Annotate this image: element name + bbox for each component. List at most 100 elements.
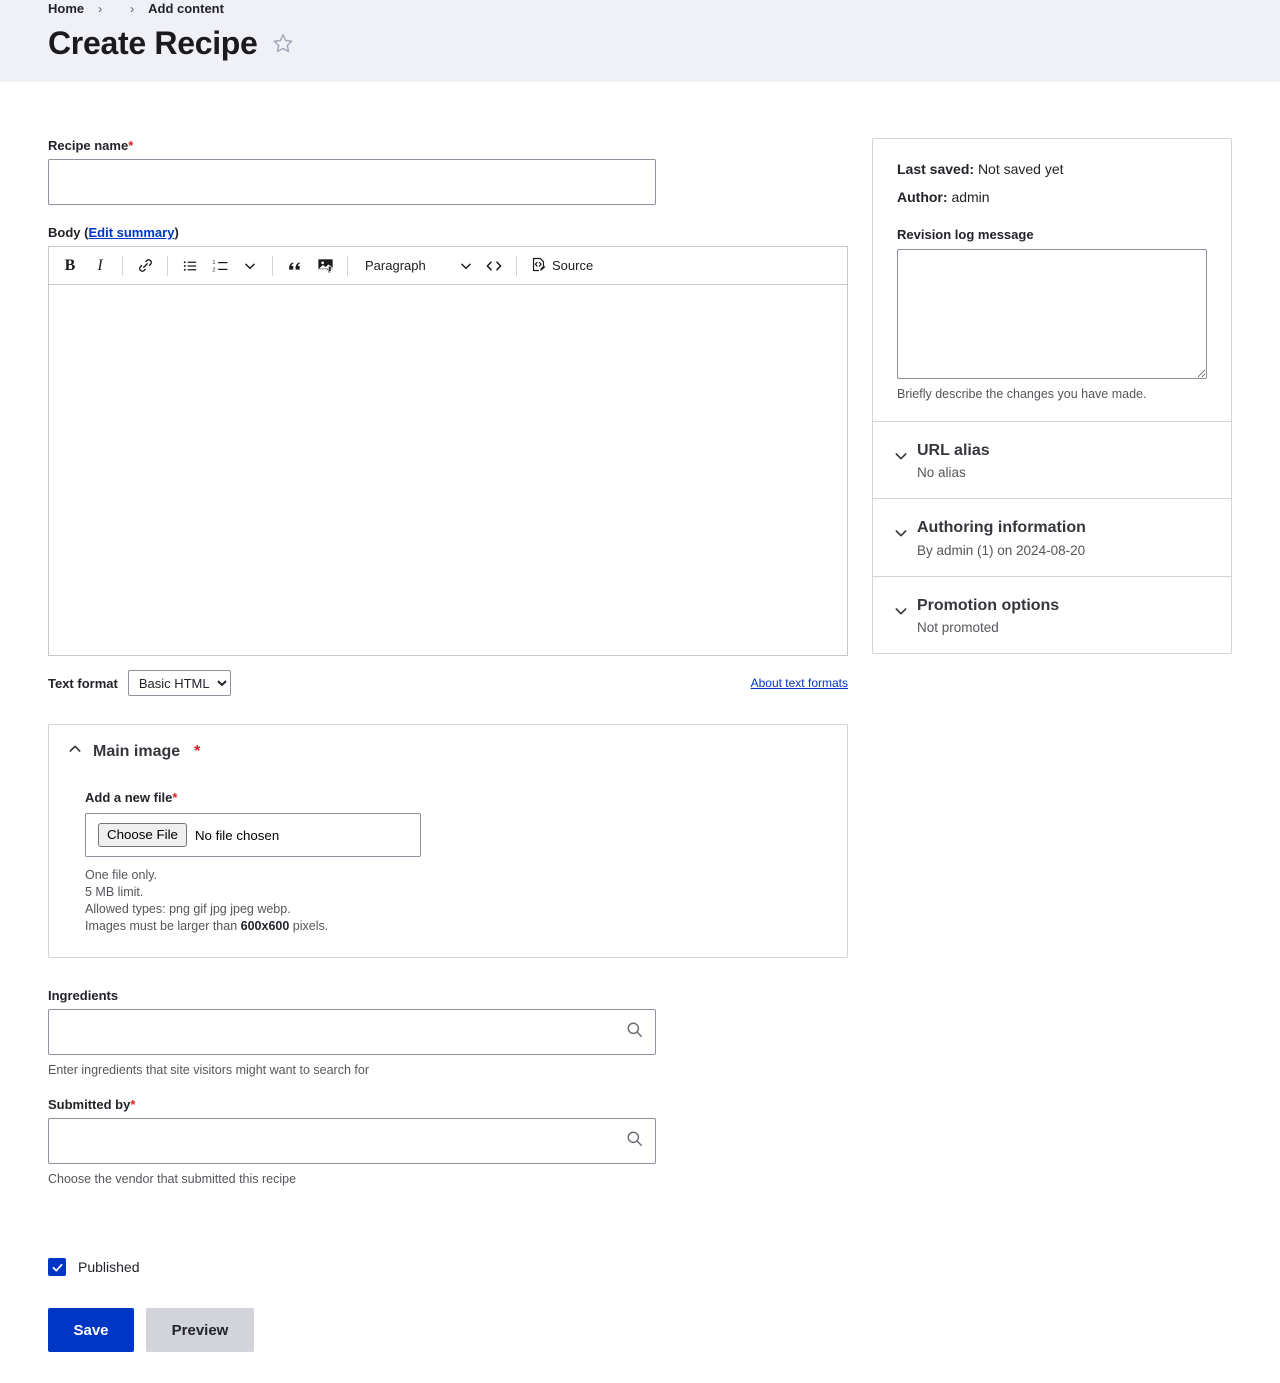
paragraph-style-label: Paragraph [365, 258, 426, 273]
author-value: admin [951, 189, 990, 205]
edit-summary-link[interactable]: Edit summary [88, 225, 174, 240]
recipe-name-label-text: Recipe name [48, 138, 129, 153]
breadcrumb: Home › › Add content [48, 0, 1280, 18]
sidebar-column: Last saved: Not saved yet Author: admin … [872, 82, 1232, 655]
chevron-down-icon [893, 448, 909, 469]
author-label: Author: [897, 189, 948, 205]
url-alias-summary: No alias [917, 465, 966, 481]
bold-button[interactable]: B [55, 251, 85, 281]
ingredients-input[interactable] [48, 1009, 656, 1055]
main-image-required-marker: * [194, 742, 201, 760]
body-label: Body (Edit summary) [48, 225, 848, 240]
dimension-prefix: Images must be larger than [85, 919, 241, 933]
svg-text:1: 1 [212, 260, 215, 266]
source-label: Source [552, 258, 594, 273]
revision-log-label: Revision log message [897, 227, 1034, 242]
body-label-text: Body [48, 225, 81, 240]
link-icon[interactable] [130, 251, 160, 281]
preview-button[interactable]: Preview [146, 1308, 254, 1352]
recipe-name-input[interactable] [48, 159, 656, 205]
body-form-item: Body (Edit summary) B I 1 2 Paragraph So… [48, 225, 848, 696]
toolbar-separator-4 [347, 255, 348, 276]
chevron-down-icon [893, 603, 909, 624]
main-image-details[interactable]: Main image * Add a new file* Choose File… [48, 724, 848, 958]
toolbar-separator-1 [122, 255, 123, 276]
revision-log-textarea[interactable] [897, 249, 1207, 379]
italic-button[interactable]: I [85, 251, 115, 281]
chevron-up-icon [67, 741, 83, 762]
published-checkbox[interactable] [48, 1258, 66, 1276]
submitted-by-autocomplete [48, 1118, 656, 1164]
sidebar-section-url-alias[interactable]: URL alias No alias [873, 422, 1231, 500]
promotion-options-title: Promotion options [917, 596, 1060, 614]
last-saved-line: Last saved: Not saved yet [897, 161, 1207, 177]
revision-log-description: Briefly describe the changes you have ma… [897, 387, 1147, 401]
file-desc-line-1: One file only. [85, 868, 158, 882]
sidebar-section-authoring-information[interactable]: Authoring information By admin (1) on 20… [873, 499, 1231, 577]
ckeditor: B I 1 2 Paragraph Source [48, 246, 848, 656]
about-text-formats-link[interactable]: About text formats [751, 676, 848, 690]
bulleted-list-icon[interactable] [175, 251, 205, 281]
main-column: Recipe name* Body (Edit summary) B I 1 2… [48, 82, 848, 1380]
block-quote-icon[interactable] [280, 251, 310, 281]
submitted-by-required-marker: * [130, 1097, 136, 1112]
numbered-list-icon[interactable]: 1 2 [205, 251, 235, 281]
last-saved-label: Last saved: [897, 161, 975, 177]
toolbar-separator-5 [516, 255, 517, 276]
submitted-by-label-text: Submitted by [48, 1097, 131, 1112]
toolbar-separator-2 [167, 255, 168, 276]
save-button[interactable]: Save [48, 1308, 134, 1352]
main-image-legend: Main image [93, 742, 181, 760]
url-alias-title: URL alias [917, 442, 990, 459]
author-line: Author: admin [897, 189, 1207, 205]
authoring-information-summary: By admin (1) on 2024-08-20 [917, 542, 1086, 558]
published-row: Published [48, 1258, 848, 1276]
ingredients-form-item: Ingredients Enter ingredients that site … [48, 988, 848, 1077]
source-editing-icon [530, 256, 547, 276]
file-upload-field[interactable]: Choose File No file chosen [85, 813, 421, 857]
ingredients-description: Enter ingredients that site visitors mig… [48, 1063, 369, 1077]
paragraph-style-dropdown[interactable]: Paragraph [355, 251, 479, 281]
url-alias-text: URL alias No alias [917, 440, 990, 480]
page-layout: Recipe name* Body (Edit summary) B I 1 2… [0, 82, 1280, 1380]
ingredients-autocomplete [48, 1009, 656, 1055]
insert-image-icon[interactable] [310, 251, 340, 281]
text-format-row: Text format Basic HTML About text format… [48, 670, 848, 696]
chevron-down-icon [893, 525, 909, 546]
add-new-file-label: Add a new file* [85, 790, 829, 805]
source-editing-button[interactable]: Source [524, 251, 599, 281]
file-upload-description: One file only. 5 MB limit. Allowed types… [85, 867, 829, 935]
file-desc-line-4: Images must be larger than 600x600 pixel… [85, 918, 829, 935]
promotion-options-summary: Not promoted [917, 620, 999, 636]
svg-text:2: 2 [212, 267, 215, 273]
recipe-name-label: Recipe name* [48, 138, 848, 153]
sidebar-section-promotion-options[interactable]: Promotion options Not promoted [873, 577, 1231, 653]
file-desc-line-2: 5 MB limit. [85, 885, 144, 899]
code-icon[interactable] [479, 251, 509, 281]
last-saved-value: Not saved yet [977, 161, 1064, 177]
file-desc-line-3: Allowed types: png gif jpg jpeg webp. [85, 902, 291, 916]
recipe-name-form-item: Recipe name* [48, 138, 848, 205]
choose-file-button[interactable]: Choose File [98, 823, 187, 847]
editor-toolbar: B I 1 2 Paragraph Source [48, 246, 848, 284]
published-label: Published [78, 1259, 140, 1275]
paragraph-chevron-down-icon [461, 263, 471, 269]
breadcrumb-item-home[interactable]: Home [48, 0, 84, 18]
add-new-file-required-marker: * [172, 790, 178, 805]
text-format-label: Text format [48, 675, 118, 691]
submitted-by-form-item: Submitted by* Choose the vendor that sub… [48, 1097, 848, 1186]
form-actions: Save Preview [48, 1308, 848, 1380]
page-header: Home › › Add content Create Recipe [0, 0, 1280, 82]
submitted-by-input[interactable] [48, 1118, 656, 1164]
recipe-name-required-marker: * [128, 138, 134, 153]
list-options-chevron-down-icon[interactable] [235, 251, 265, 281]
body-paren-close: ) [174, 225, 179, 240]
main-image-summary[interactable]: Main image * [49, 725, 847, 770]
breadcrumb-item-add-content[interactable]: Add content [148, 0, 224, 18]
submitted-by-description: Choose the vendor that submitted this re… [48, 1172, 297, 1186]
file-chosen-status: No file chosen [194, 827, 280, 843]
breadcrumb-separator-2: › [130, 2, 135, 16]
text-format-select[interactable]: Basic HTML [127, 670, 231, 696]
body-editor-area[interactable] [48, 284, 848, 656]
star-outline-icon[interactable] [272, 32, 294, 59]
